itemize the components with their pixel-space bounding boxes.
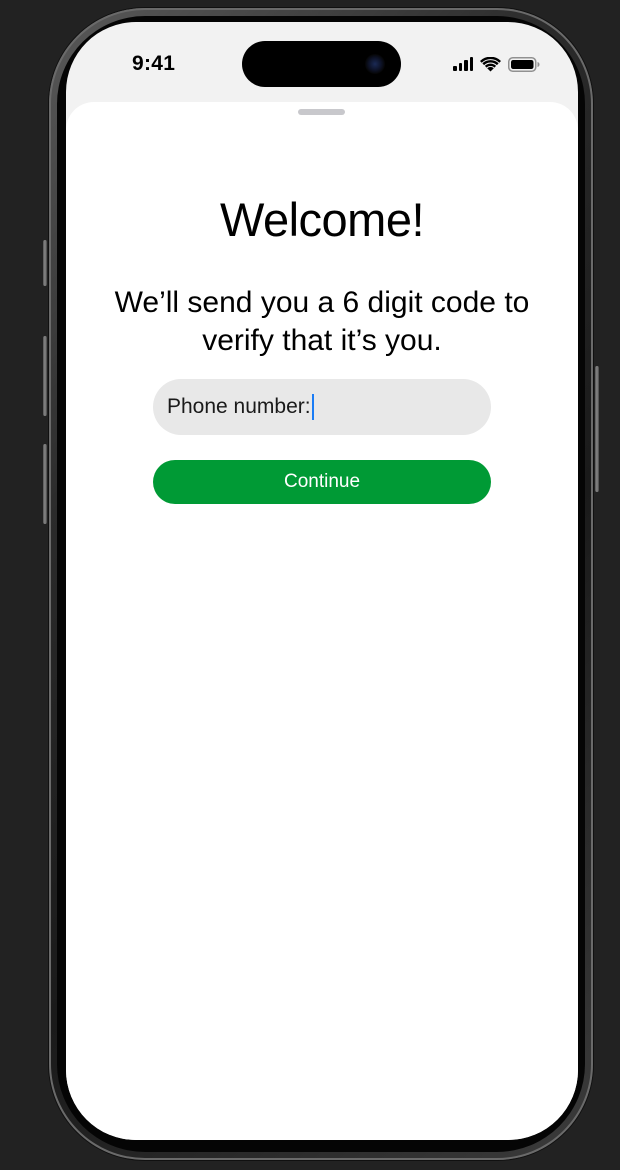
phone-number-input[interactable]: Phone number: bbox=[153, 379, 491, 435]
phone-number-placeholder: Phone number: bbox=[167, 395, 311, 418]
instruction-text: We’ll send you a 6 digit code to verify … bbox=[114, 286, 530, 357]
sign-in-sheet: Welcome! We’ll send you a 6 digit code t… bbox=[66, 102, 578, 1140]
device-stage: 9:41 Welcome! We’ll send you a 6 digit c… bbox=[0, 0, 620, 1170]
front-camera-icon bbox=[365, 54, 385, 74]
phone-screen: 9:41 Welcome! We’ll send you a 6 digit c… bbox=[66, 22, 578, 1140]
volume-down-button bbox=[43, 444, 47, 524]
page-title: Welcome! bbox=[219, 193, 425, 246]
continue-button[interactable]: Continue bbox=[153, 460, 491, 504]
wifi-icon bbox=[480, 56, 501, 72]
sheet-grabber[interactable] bbox=[298, 109, 345, 115]
cellular-signal-icon bbox=[453, 57, 473, 71]
action-button bbox=[43, 240, 47, 286]
text-cursor bbox=[311, 394, 315, 420]
status-icons bbox=[453, 54, 540, 74]
power-button bbox=[595, 366, 599, 492]
status-time: 9:41 bbox=[132, 52, 176, 75]
status-bar: 9:41 bbox=[66, 22, 578, 102]
battery-icon bbox=[508, 56, 540, 72]
dynamic-island bbox=[242, 41, 401, 87]
volume-up-button bbox=[43, 336, 47, 416]
